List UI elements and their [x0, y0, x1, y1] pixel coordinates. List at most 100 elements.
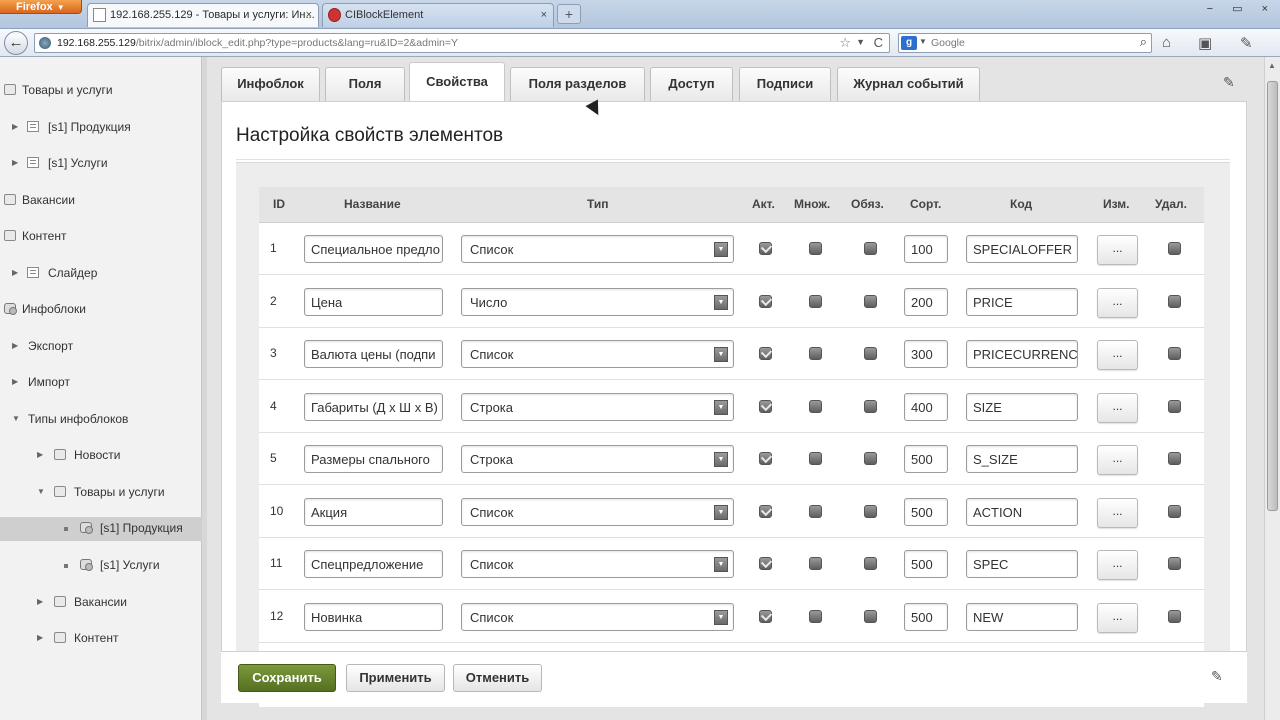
- property-type-select[interactable]: Строка ▼: [461, 445, 734, 473]
- addons-icon[interactable]: ▣: [1198, 34, 1212, 52]
- edit-property-button[interactable]: ...: [1097, 392, 1138, 423]
- property-type-select[interactable]: Список ▼: [461, 550, 734, 578]
- sidebar-item-infoblock-types[interactable]: ▼ Типы инфоблоков: [0, 408, 202, 432]
- property-sort-input[interactable]: 100: [904, 235, 948, 263]
- sidebar-item-slider[interactable]: ▶ Слайдер: [0, 262, 202, 286]
- property-sort-input[interactable]: 500: [904, 550, 948, 578]
- checkbox-multiple[interactable]: [809, 399, 822, 413]
- property-name-input[interactable]: Новинка: [304, 602, 443, 631]
- checkbox-required[interactable]: [864, 609, 877, 623]
- cancel-button[interactable]: Отменить: [453, 664, 542, 692]
- property-code-input[interactable]: PRICECURRENC: [966, 340, 1078, 368]
- chevron-down-icon[interactable]: ▼: [919, 37, 927, 46]
- property-type-select[interactable]: Строка ▼: [461, 392, 734, 421]
- chevron-right-icon[interactable]: ▶: [12, 268, 18, 277]
- sidebar-item-infoblocks[interactable]: Инфоблоки: [0, 298, 202, 322]
- google-icon[interactable]: g: [901, 36, 917, 50]
- sidebar-item-s1-services[interactable]: ▶ [s1] Услуги: [0, 152, 202, 176]
- property-sort-input[interactable]: 500: [904, 445, 948, 473]
- checkbox-required[interactable]: [864, 294, 877, 308]
- chevron-down-icon[interactable]: ▼: [12, 414, 20, 423]
- pin-icon[interactable]: ✎: [1223, 74, 1235, 91]
- chevron-right-icon[interactable]: ▶: [37, 597, 43, 606]
- property-sort-input[interactable]: 400: [904, 392, 948, 421]
- property-name-input[interactable]: Спецпредложение: [304, 550, 443, 578]
- scrollbar-thumb[interactable]: [1267, 81, 1278, 511]
- property-sort-input[interactable]: 300: [904, 340, 948, 368]
- sidebar-item-type-products-services[interactable]: ▼ Товары и услуги: [0, 481, 202, 505]
- chevron-down-icon[interactable]: ▼: [714, 242, 728, 257]
- property-code-input[interactable]: PRICE: [966, 287, 1078, 316]
- checkbox-active[interactable]: [759, 557, 772, 570]
- chevron-right-icon[interactable]: ▶: [37, 450, 43, 459]
- tab-captions[interactable]: Подписи: [739, 67, 831, 101]
- search-icon[interactable]: ⌕: [1140, 34, 1147, 50]
- checkbox-delete[interactable]: [1168, 294, 1181, 308]
- property-code-input[interactable]: S_SIZE: [966, 445, 1078, 473]
- chevron-down-icon[interactable]: ▼: [714, 557, 728, 572]
- chevron-right-icon[interactable]: ▶: [12, 122, 18, 131]
- tab-infoblock[interactable]: Инфоблок: [221, 67, 320, 101]
- tab-fields[interactable]: Поля: [325, 67, 405, 101]
- home-icon[interactable]: ⌂: [1162, 34, 1171, 51]
- checkbox-multiple[interactable]: [809, 557, 822, 570]
- checkbox-active[interactable]: [759, 609, 772, 623]
- checkbox-delete[interactable]: [1168, 399, 1181, 413]
- new-tab-button[interactable]: +: [557, 4, 581, 24]
- edit-property-button[interactable]: ...: [1097, 550, 1138, 580]
- checkbox-delete[interactable]: [1168, 452, 1181, 465]
- property-type-select[interactable]: Список ▼: [461, 602, 734, 631]
- checkbox-multiple[interactable]: [809, 294, 822, 308]
- checkbox-multiple[interactable]: [809, 242, 822, 255]
- tools-icon[interactable]: ✎: [1240, 34, 1253, 52]
- browser-tab-ciblockelement[interactable]: CIBlockElement ×: [322, 3, 554, 27]
- checkbox-active[interactable]: [759, 294, 772, 308]
- property-name-input[interactable]: Специальное предло: [304, 235, 443, 263]
- url-text[interactable]: 192.168.255.129/bitrix/admin/iblock_edit…: [57, 37, 458, 49]
- tab-event-log[interactable]: Журнал событий: [837, 67, 980, 101]
- chevron-down-icon[interactable]: ▼: [714, 347, 728, 362]
- apply-button[interactable]: Применить: [346, 664, 445, 692]
- window-controls[interactable]: − ▭ ×: [1207, 2, 1276, 15]
- sidebar-item-content[interactable]: Контент: [0, 225, 202, 249]
- property-sort-input[interactable]: 200: [904, 287, 948, 316]
- chevron-right-icon[interactable]: ▶: [12, 377, 18, 386]
- checkbox-required[interactable]: [864, 452, 877, 465]
- page-scrollbar[interactable]: ▲: [1264, 57, 1280, 720]
- property-name-input[interactable]: Валюта цены (подпи: [304, 340, 443, 368]
- chevron-down-icon[interactable]: ▼: [714, 294, 728, 310]
- chevron-down-icon[interactable]: ▼: [714, 399, 728, 415]
- bookmark-star-icon[interactable]: ☆: [839, 35, 851, 51]
- firefox-menu-button[interactable]: Firefox ▼: [0, 0, 82, 14]
- property-type-select[interactable]: Число ▼: [461, 287, 734, 316]
- edit-property-button[interactable]: ...: [1097, 340, 1138, 370]
- property-name-input[interactable]: Габариты (Д x Ш x В): [304, 392, 443, 421]
- property-name-input[interactable]: Цена: [304, 287, 443, 316]
- sidebar-item-type-s1-services[interactable]: [s1] Услуги: [0, 554, 202, 578]
- chevron-right-icon[interactable]: ▶: [12, 158, 18, 167]
- sidebar-item-products-services[interactable]: Товары и услуги: [0, 79, 202, 103]
- edit-property-button[interactable]: ...: [1097, 445, 1138, 475]
- property-sort-input[interactable]: 500: [904, 602, 948, 631]
- property-name-input[interactable]: Размеры спального: [304, 445, 443, 473]
- history-dropdown-icon[interactable]: ▼: [856, 37, 865, 47]
- chevron-down-icon[interactable]: ▼: [714, 504, 728, 520]
- checkbox-multiple[interactable]: [809, 347, 822, 360]
- property-type-select[interactable]: Список ▼: [461, 340, 734, 368]
- checkbox-required[interactable]: [864, 504, 877, 518]
- property-code-input[interactable]: ACTION: [966, 497, 1078, 526]
- edit-property-button[interactable]: ...: [1097, 287, 1138, 318]
- checkbox-active[interactable]: [759, 504, 772, 518]
- tab-properties[interactable]: Свойства: [409, 62, 505, 102]
- chevron-right-icon[interactable]: ▶: [12, 341, 18, 350]
- tab-section-fields[interactable]: Поля разделов: [510, 67, 645, 101]
- property-code-input[interactable]: SPEC: [966, 550, 1078, 578]
- close-icon[interactable]: ×: [541, 4, 547, 26]
- property-code-input[interactable]: SPECIALOFFER: [966, 235, 1078, 263]
- pin-icon[interactable]: ✎: [1211, 668, 1223, 685]
- address-bar[interactable]: 192.168.255.129/bitrix/admin/iblock_edit…: [34, 33, 890, 53]
- property-sort-input[interactable]: 500: [904, 497, 948, 526]
- checkbox-multiple[interactable]: [809, 452, 822, 465]
- checkbox-active[interactable]: [759, 242, 772, 255]
- sidebar-item-news[interactable]: ▶ Новости: [0, 444, 202, 468]
